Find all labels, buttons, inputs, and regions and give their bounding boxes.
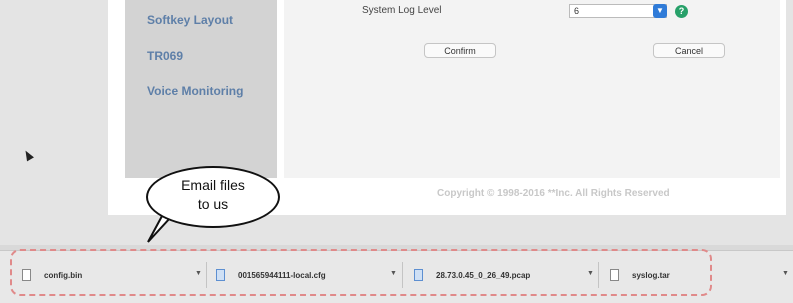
download-filename: syslog.tar: [632, 271, 670, 280]
sidebar: Softkey Layout TR069 Voice Monitoring: [125, 0, 277, 178]
help-icon[interactable]: ?: [675, 5, 688, 18]
download-filename: 28.73.0.45_0_26_49.pcap: [436, 271, 531, 280]
copyright-text: Copyright © 1998-2016 **Inc. All Rights …: [437, 188, 670, 199]
download-filename: config.bin: [44, 271, 83, 280]
cancel-button[interactable]: Cancel: [653, 43, 725, 58]
chevron-down-icon[interactable]: ▼: [653, 4, 667, 18]
chevron-down-icon[interactable]: ▼: [195, 270, 202, 277]
download-filename: 001565944111-local.cfg: [238, 271, 326, 280]
download-separator: [402, 262, 403, 288]
file-icon: [610, 269, 619, 281]
chevron-down-icon[interactable]: ▼: [587, 270, 594, 277]
callout-text: Email files to us: [181, 177, 245, 212]
confirm-button[interactable]: Confirm: [424, 43, 496, 58]
chevron-down-icon[interactable]: ▼: [782, 270, 789, 277]
system-log-level-label: System Log Level: [362, 5, 442, 16]
system-log-level-select[interactable]: 6 ▼: [569, 4, 667, 18]
document-icon: [414, 269, 423, 281]
chevron-down-icon[interactable]: ▼: [390, 270, 397, 277]
sidebar-item-softkey-layout[interactable]: Softkey Layout: [147, 13, 233, 27]
sidebar-item-tr069[interactable]: TR069: [147, 49, 183, 63]
select-value: 6: [574, 6, 580, 16]
config-file-icon: [216, 269, 225, 281]
sidebar-item-voice-monitoring[interactable]: Voice Monitoring: [147, 84, 243, 98]
download-separator: [598, 262, 599, 288]
file-icon: [22, 269, 31, 281]
download-separator: [206, 262, 207, 288]
email-files-callout: Email files to us: [146, 166, 280, 228]
main-settings-area: System Log Level 6 ▼ ? Confirm Cancel: [284, 0, 780, 178]
